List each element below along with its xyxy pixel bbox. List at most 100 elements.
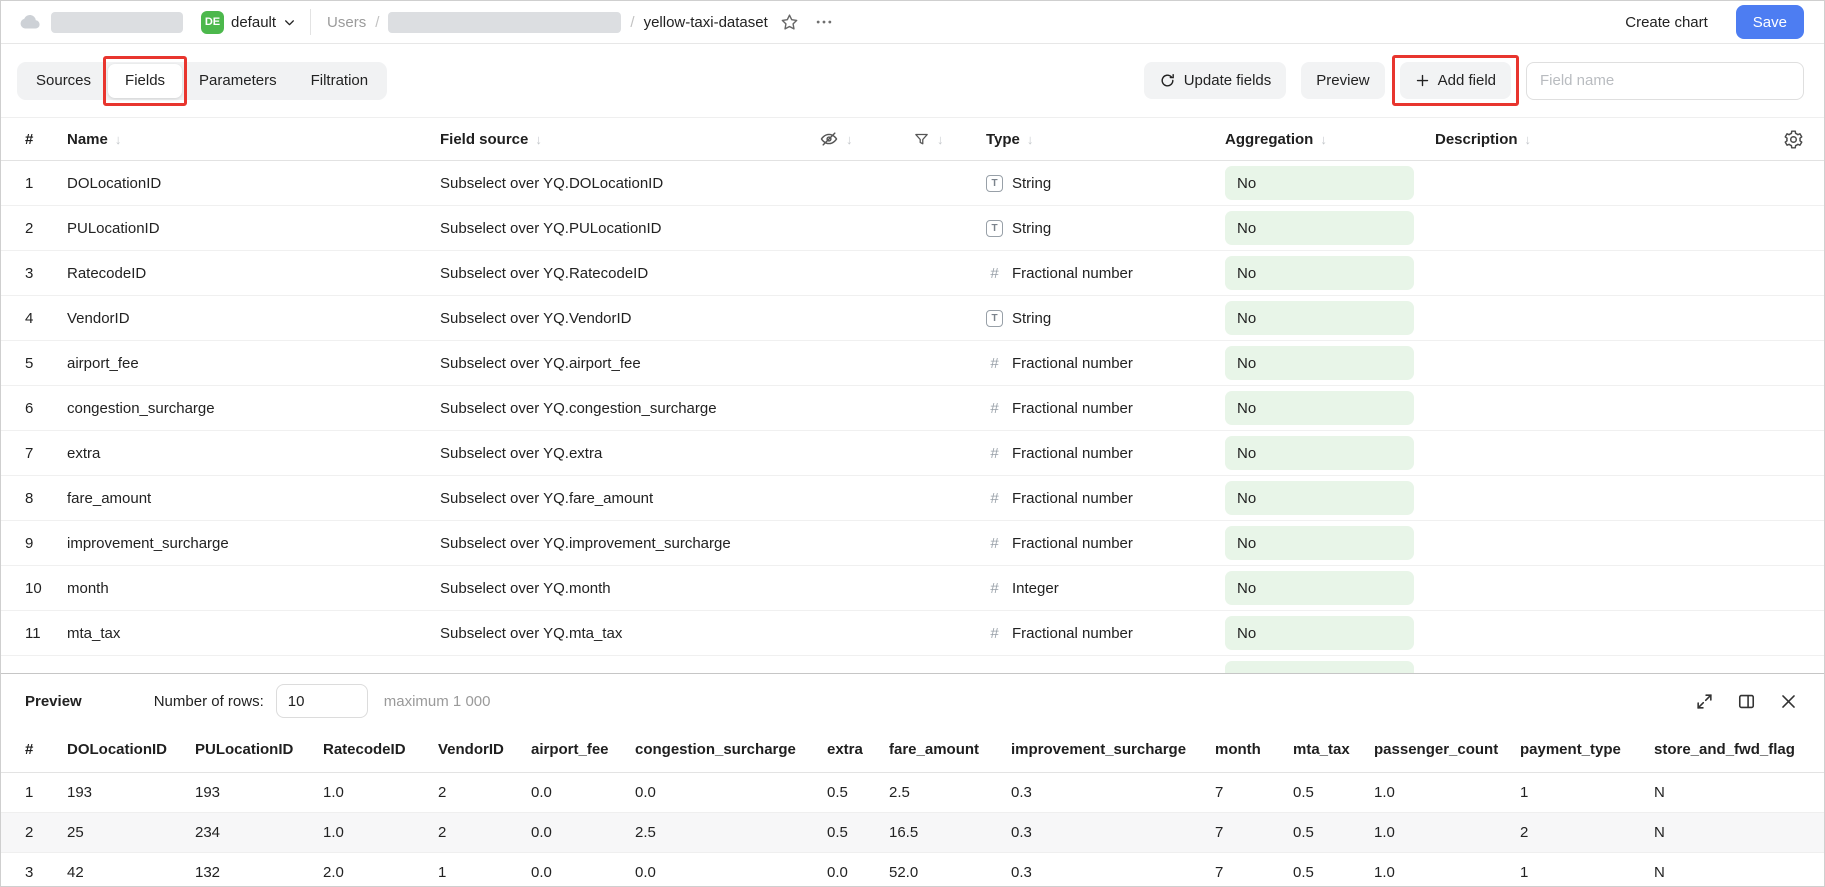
folder-switcher[interactable]: DE default [197,9,300,36]
aggregation-select[interactable]: No [1225,571,1414,605]
preview-cell: 2.5 [889,772,1011,812]
preview-column-header: payment_type [1520,728,1654,772]
folder-badge: DE [201,11,224,34]
preview-toggle-button[interactable]: Preview [1301,62,1384,99]
aggregation-cell: No [1225,661,1435,673]
row-index: 6 [25,400,67,417]
save-button[interactable]: Save [1736,5,1804,39]
aggregation-select[interactable]: No [1225,661,1414,673]
tab-sources[interactable]: Sources [19,64,108,98]
fields-table-body: 1DOLocationIDSubselect over YQ.DOLocatio… [1,161,1824,673]
column-header-filter[interactable]: ↓ [913,131,986,148]
preview-cell: 0.5 [827,812,889,852]
column-header-index: # [25,131,67,148]
field-name-input[interactable] [1526,62,1804,100]
more-menu-icon[interactable] [811,9,837,35]
field-type: #Integer [986,580,1225,597]
column-header-description[interactable]: Description↓ [1435,131,1734,148]
field-type-label: Fractional number [1012,265,1133,282]
aggregation-select[interactable]: No [1225,301,1414,335]
preview-controls-bar: Preview Number of rows: maximum 1 000 [1,674,1824,728]
aggregation-cell: No [1225,571,1435,605]
field-source: Subselect over YQ.DOLocationID [440,175,819,192]
column-header-aggregation-label: Aggregation [1225,131,1313,148]
row-index: 10 [25,580,67,597]
aggregation-select[interactable]: No [1225,436,1414,470]
field-type: #Fractional number [986,490,1225,507]
update-fields-button[interactable]: Update fields [1144,62,1287,99]
number-type-icon: # [986,625,1003,642]
preview-cell: 0.5 [1293,852,1374,886]
aggregation-select[interactable]: No [1225,211,1414,245]
table-row: 9improvement_surchargeSubselect over YQ.… [1,521,1824,566]
preview-cell: 42 [67,852,195,886]
aggregation-select[interactable]: No [1225,526,1414,560]
tab-fields[interactable]: Fields [108,64,182,98]
field-type: # Fractional number [986,265,1225,282]
field-type: #Fractional number [986,355,1225,372]
rows-count-input[interactable] [276,684,368,718]
preview-cell: 1 [1,772,67,812]
preview-cell: 1.0 [323,812,438,852]
column-header-name[interactable]: Name↓ [67,131,440,148]
table-row: 2252341.020.02.50.516.50.370.51.02N [1,812,1824,852]
aggregation-select[interactable]: No [1225,481,1414,515]
cloud-logo-icon [17,10,41,34]
close-preview-button[interactable] [1774,687,1802,715]
field-source: Subselect over YQ.VendorID [440,310,819,327]
redacted-folder-name[interactable] [388,12,621,33]
add-field-button[interactable]: Add field [1400,62,1511,99]
table-row: 4VendorIDSubselect over YQ.VendorIDTStri… [1,296,1824,341]
preview-cell: 0.5 [1293,772,1374,812]
preview-column-header: passenger_count [1374,728,1520,772]
preview-cell: 1.0 [1374,772,1520,812]
number-type-icon: # [986,265,1003,282]
field-name: fare_amount [67,490,440,507]
preview-cell: 7 [1215,772,1293,812]
breadcrumb-separator: / [630,14,634,31]
create-chart-button[interactable]: Create chart [1623,10,1710,35]
dataset-title: yellow-taxi-dataset [644,14,768,31]
app-window: DE default Users / / yellow-taxi-dataset… [0,0,1825,887]
field-type-label: Integer [1012,580,1059,597]
preview-layout-button[interactable] [1732,687,1760,715]
column-header-type[interactable]: Type↓ [986,131,1225,148]
breadcrumb-users[interactable]: Users [327,14,366,31]
preview-cell: 0.0 [531,772,635,812]
column-header-aggregation[interactable]: Aggregation↓ [1225,131,1435,148]
preview-cell: 7 [1215,812,1293,852]
aggregation-select[interactable]: No [1225,346,1414,380]
field-source: Subselect over YQ.PULocationID [440,220,819,237]
preview-cell: N [1654,852,1824,886]
field-name: mta_tax [67,625,440,642]
table-row: 3RatecodeIDSubselect over YQ.RatecodeID#… [1,251,1824,296]
sort-icon: ↓ [115,132,122,147]
preview-cell: 0.0 [531,812,635,852]
row-index: 11 [25,625,67,642]
column-header-source[interactable]: Field source↓ [440,131,819,148]
preview-column-header: store_and_fwd_flag [1654,728,1824,772]
string-type-icon: T [986,220,1003,237]
expand-preview-button[interactable] [1690,687,1718,715]
preview-cell: 1 [1520,772,1654,812]
column-header-hidden[interactable]: ↓ [819,129,913,149]
number-type-icon: # [986,445,1003,462]
gear-icon [1783,129,1804,150]
tab-parameters[interactable]: Parameters [182,64,294,98]
table-settings-button[interactable] [1734,129,1804,150]
tab-filtration[interactable]: Filtration [294,64,386,98]
preview-cell: 1.0 [1374,852,1520,886]
preview-table: #DOLocationIDPULocationIDRatecodeIDVendo… [1,728,1824,886]
aggregation-select[interactable]: No [1225,391,1414,425]
row-index: 1 [25,175,67,192]
preview-cell: 0.3 [1011,852,1215,886]
preview-cell: 132 [195,852,323,886]
number-type-icon: # [986,535,1003,552]
aggregation-select[interactable]: No [1225,256,1414,290]
field-type: TString [986,220,1225,237]
string-type-icon: T [986,310,1003,327]
aggregation-select[interactable]: No [1225,616,1414,650]
aggregation-select[interactable]: No [1225,166,1414,200]
favorite-star-icon[interactable] [776,9,803,36]
field-type: TString [986,310,1225,327]
